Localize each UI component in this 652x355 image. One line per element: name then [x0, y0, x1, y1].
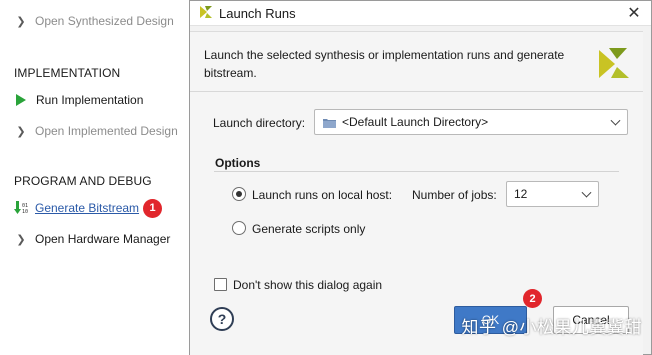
- nav-item-hardware-manager[interactable]: ❯ Open Hardware Manager: [14, 229, 170, 249]
- section-program-debug: PROGRAM AND DEBUG: [14, 174, 152, 188]
- nav-item-run-implementation[interactable]: Run Implementation: [14, 90, 143, 110]
- chevron-right-icon: ❯: [16, 233, 26, 246]
- step-badge: 1: [143, 198, 163, 218]
- dont-show-checkbox[interactable]: [214, 278, 227, 291]
- help-button[interactable]: ?: [210, 307, 234, 331]
- radio-generate-scripts-label: Generate scripts only: [252, 222, 366, 236]
- step-badge: 2: [523, 289, 542, 308]
- bitstream-icon: 01 10: [14, 200, 30, 216]
- jobs-combo[interactable]: 12: [506, 181, 599, 207]
- watermark: 知乎 @小松果儿冀冀甜: [461, 318, 642, 337]
- nav-item-open-implemented[interactable]: ❯ Open Implemented Design: [14, 121, 178, 141]
- dont-show-label: Don't show this dialog again: [233, 278, 383, 292]
- vivado-logo-icon: [199, 5, 213, 22]
- nav-item-label: Generate Bitstream: [35, 201, 140, 215]
- jobs-label: Number of jobs:: [412, 188, 497, 202]
- dialog-description: Launch the selected synthesis or impleme…: [204, 48, 565, 80]
- section-implementation: IMPLEMENTATION: [14, 66, 121, 80]
- svg-text:10: 10: [22, 209, 28, 215]
- launch-directory-label: Launch directory:: [213, 116, 306, 130]
- nav-item-label: Run Implementation: [36, 93, 144, 107]
- chevron-right-icon: ❯: [16, 125, 26, 138]
- folder-icon: [323, 117, 336, 128]
- radio-local-host[interactable]: [232, 187, 246, 201]
- radio-generate-scripts[interactable]: [232, 221, 246, 235]
- radio-local-host-label: Launch runs on local host:: [252, 188, 393, 202]
- nav-item-label: Open Synthesized Design: [35, 14, 174, 28]
- chevron-down-icon: [610, 115, 621, 126]
- launch-runs-dialog: Launch Runs ✕ Launch the selected synthe…: [189, 0, 652, 355]
- nav-item-open-synth[interactable]: ❯ Open Synthesized Design: [14, 11, 174, 31]
- close-icon[interactable]: ✕: [625, 4, 643, 22]
- nav-item-label: Open Hardware Manager: [35, 232, 171, 246]
- dialog-title: Launch Runs: [219, 5, 296, 21]
- dialog-titlebar[interactable]: Launch Runs: [190, 1, 651, 26]
- header-separator: [190, 91, 643, 92]
- nav-item-generate-bitstream[interactable]: 01 10 Generate Bitstream 1: [14, 198, 163, 218]
- play-icon: [16, 94, 26, 106]
- chevron-down-icon: [581, 187, 592, 198]
- jobs-value: 12: [514, 187, 528, 201]
- launch-directory-value: <Default Launch Directory>: [342, 115, 489, 129]
- options-separator: [214, 171, 619, 172]
- nav-item-label: Open Implemented Design: [35, 124, 178, 138]
- chevron-right-icon: ❯: [16, 15, 26, 28]
- launch-directory-combo[interactable]: <Default Launch Directory>: [314, 109, 628, 135]
- options-title: Options: [215, 156, 261, 170]
- vivado-header-logo-icon: [597, 46, 631, 83]
- flow-navigator: ❯ Open Synthesized Design IMPLEMENTATION…: [0, 0, 200, 355]
